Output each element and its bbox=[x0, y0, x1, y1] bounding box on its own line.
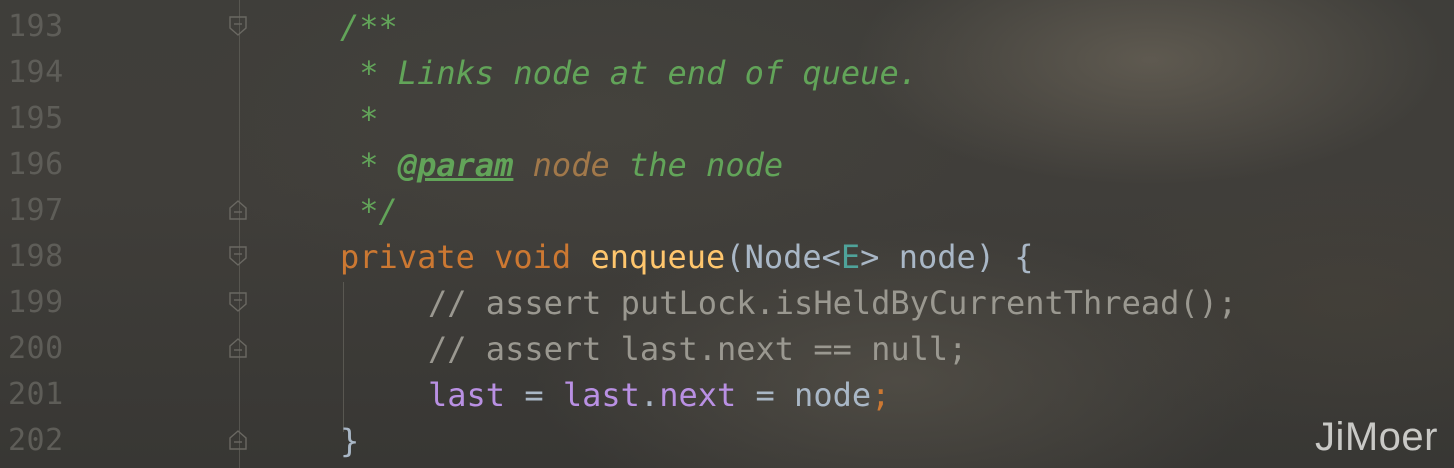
line-comment: // assert last.next == null; bbox=[428, 330, 968, 368]
fold-open-icon[interactable] bbox=[229, 16, 247, 36]
line-number: 198 bbox=[8, 239, 64, 274]
doc-param-name: node bbox=[513, 146, 610, 184]
method-signature: private void enqueue(Node<E> node) { bbox=[340, 234, 1034, 280]
doc-comment-open: /** bbox=[340, 8, 398, 46]
code-line-201[interactable]: 201 last = last.next = node; bbox=[0, 372, 1454, 418]
method-name[interactable]: enqueue bbox=[590, 238, 725, 276]
line-number: 201 bbox=[8, 377, 64, 412]
closing-brace: } bbox=[340, 422, 360, 460]
semicolon: ; bbox=[871, 376, 891, 414]
code-line-194[interactable]: 194 * Links node at end of queue. bbox=[0, 50, 1454, 96]
code-line-197[interactable]: 197 */ bbox=[0, 188, 1454, 234]
code-line-198[interactable]: 198 private void enqueue(Node<E> node) { bbox=[0, 234, 1454, 280]
fold-close-icon[interactable] bbox=[229, 430, 247, 450]
line-number: 197 bbox=[8, 193, 64, 228]
line-number: 195 bbox=[8, 101, 64, 136]
doc-comment-close: */ bbox=[340, 192, 398, 230]
code-line-202[interactable]: 202 } bbox=[0, 418, 1454, 464]
field-next[interactable]: next bbox=[659, 376, 736, 414]
field-last[interactable]: last bbox=[428, 376, 505, 414]
doc-param-desc: the node bbox=[609, 146, 784, 184]
code-line-195[interactable]: 195 * bbox=[0, 96, 1454, 142]
watermark: JiMoer bbox=[1314, 415, 1438, 459]
code-line-196[interactable]: 196 * @param node the node bbox=[0, 142, 1454, 188]
code-line-199[interactable]: 199 // assert putLock.isHeldByCurrentThr… bbox=[0, 280, 1454, 326]
param-open: (Node< bbox=[725, 238, 841, 276]
fold-close-icon[interactable] bbox=[229, 200, 247, 220]
dot-operator: . bbox=[639, 376, 660, 414]
line-number: 196 bbox=[8, 147, 64, 182]
operator-assign: = bbox=[736, 376, 795, 414]
code-line-200[interactable]: 200 // assert last.next == null; bbox=[0, 326, 1454, 372]
doc-star: * bbox=[340, 146, 398, 184]
keyword-void: void bbox=[474, 238, 591, 276]
doc-param-line: * @param node the node bbox=[340, 142, 783, 188]
line-number: 199 bbox=[8, 285, 64, 320]
doc-comment-text: * Links node at end of queue. bbox=[340, 54, 918, 92]
code-line-193[interactable]: 193 /** bbox=[0, 4, 1454, 50]
code-editor[interactable]: 193 /** 194 * Links node at end of queue… bbox=[0, 0, 1454, 468]
line-comment: // assert putLock.isHeldByCurrentThread(… bbox=[428, 284, 1238, 322]
field-last[interactable]: last bbox=[563, 376, 640, 414]
param-close: > node) { bbox=[860, 238, 1034, 276]
keyword-private: private bbox=[340, 238, 475, 276]
assignment-statement: last = last.next = node; bbox=[428, 372, 890, 418]
fold-open-icon[interactable] bbox=[229, 292, 247, 312]
doc-tag-param[interactable]: @param bbox=[398, 146, 514, 184]
line-number: 202 bbox=[8, 423, 64, 458]
fold-open-icon[interactable] bbox=[229, 246, 247, 266]
variable-node[interactable]: node bbox=[794, 376, 871, 414]
line-number: 200 bbox=[8, 331, 64, 366]
line-number: 193 bbox=[8, 9, 64, 44]
fold-close-icon[interactable] bbox=[229, 338, 247, 358]
line-number: 194 bbox=[8, 55, 64, 90]
operator-assign: = bbox=[505, 376, 563, 414]
generic-type: E bbox=[840, 238, 861, 276]
doc-comment-star: * bbox=[340, 100, 379, 138]
